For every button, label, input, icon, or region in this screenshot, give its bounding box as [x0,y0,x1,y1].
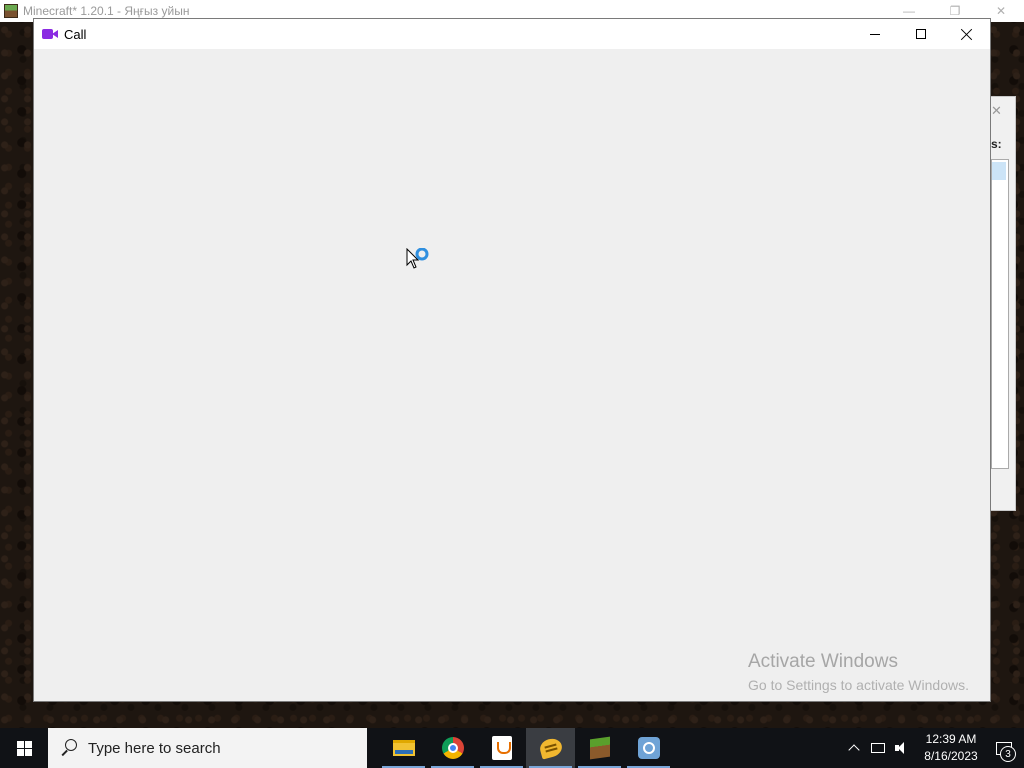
grass-block-icon [589,736,610,760]
chrome-icon [441,737,464,759]
call-maximize-button[interactable] [898,19,944,49]
start-button[interactable] [0,728,48,768]
video-camera-icon [42,28,59,40]
taskbar: Type here to search 12:39 AM 8/16/2023 3 [0,728,1024,768]
side-dialog-list-selected-item[interactable] [992,162,1006,180]
call-window-titlebar[interactable]: Call [34,19,990,49]
java-icon [491,736,512,760]
background-window-title: Minecraft* 1.20.1 - Яңғыз уйын [23,4,190,18]
search-icon [60,739,78,757]
taskbar-app-chrome[interactable] [428,728,477,768]
close-icon [961,28,973,40]
call-window-title: Call [64,26,87,42]
clock-time: 12:39 AM [925,732,977,746]
folder-icon [392,740,415,756]
taskbar-app-chat[interactable] [526,728,575,768]
search-placeholder: Type here to search [88,739,221,757]
watermark-subtitle: Go to Settings to activate Windows. [748,677,969,693]
globe-icon [637,737,660,759]
side-dialog-list[interactable] [991,159,1009,469]
speaker-icon [895,742,909,754]
network-icon [871,743,885,753]
side-dialog-label: s: [991,137,1002,151]
minecraft-icon [4,4,18,18]
call-minimize-button[interactable] [852,19,898,49]
busy-cursor-icon [406,248,429,269]
taskbar-app-file-explorer[interactable] [379,728,428,768]
call-window-body [34,49,990,701]
taskbar-search-box[interactable]: Type here to search [48,728,367,768]
taskbar-app-java[interactable] [477,728,526,768]
system-tray: 12:39 AM 8/16/2023 3 [842,728,1024,768]
minimize-icon [870,33,880,35]
call-window-controls [852,19,990,49]
windows-logo-icon [16,740,32,756]
show-hidden-icons-button[interactable] [842,728,866,768]
notification-count-badge: 3 [1000,746,1016,762]
chat-bubble-icon [537,736,564,760]
call-window: Call [33,18,991,702]
taskbar-apps [379,728,673,768]
taskbar-app-minecraft[interactable] [575,728,624,768]
side-dialog-close-icon[interactable]: ✕ [991,103,1002,119]
network-button[interactable] [866,728,890,768]
activate-windows-watermark: Activate Windows Go to Settings to activ… [748,651,969,693]
watermark-title: Activate Windows [748,651,898,672]
clock-date: 8/16/2023 [924,749,978,763]
taskbar-app-network[interactable] [624,728,673,768]
taskbar-clock[interactable]: 12:39 AM 8/16/2023 [918,731,984,765]
action-center-button[interactable]: 3 [984,728,1024,768]
chevron-up-icon [848,744,860,756]
volume-button[interactable] [890,728,914,768]
side-dialog: ✕ s: [990,96,1016,511]
maximize-icon [916,29,926,39]
call-close-button[interactable] [944,19,990,49]
